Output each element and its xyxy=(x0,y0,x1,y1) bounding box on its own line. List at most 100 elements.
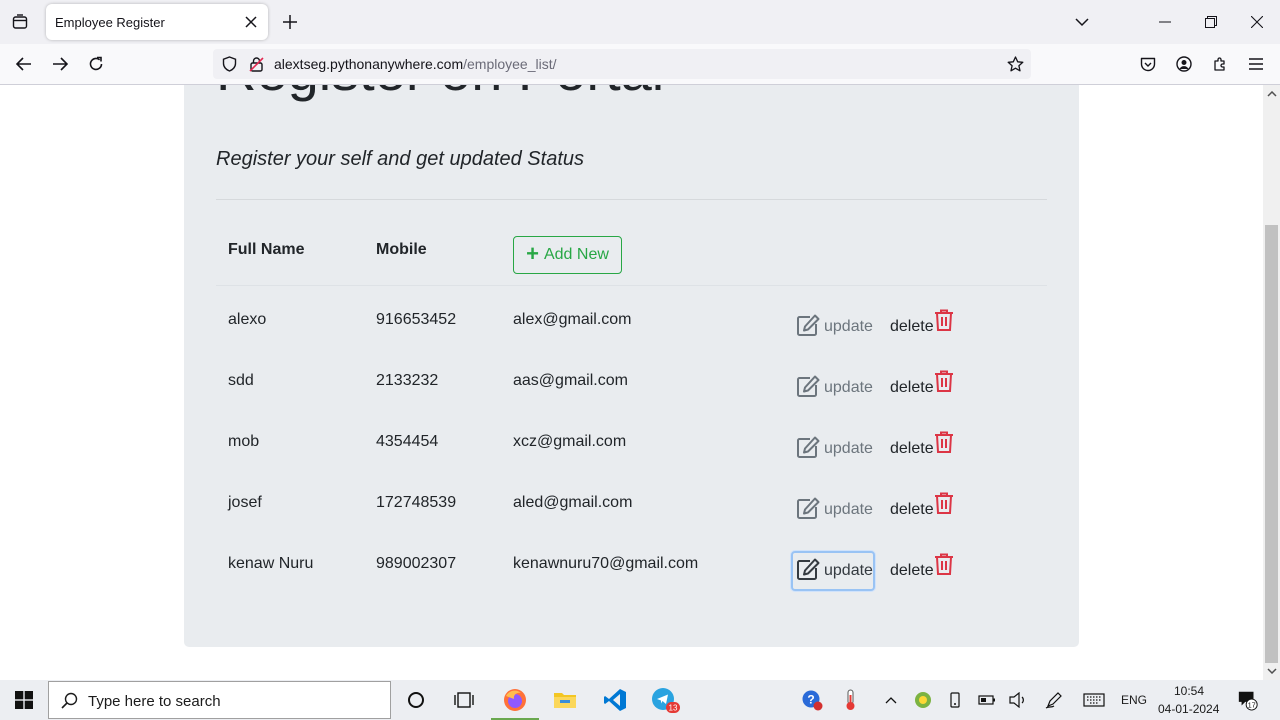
url-bar[interactable]: alextseg.pythonanywhere.com/employee_lis… xyxy=(213,49,1031,79)
browser-tab[interactable]: Employee Register xyxy=(46,4,268,40)
windows-taskbar: Type here to search 13 ? ENG 10:54 04-01… xyxy=(0,680,1280,720)
close-window-icon[interactable] xyxy=(1245,10,1269,34)
employee-name: kenaw Nuru xyxy=(228,555,314,572)
thermometer-icon[interactable] xyxy=(840,689,862,711)
input-language[interactable]: ENG xyxy=(1121,693,1147,707)
trash-icon xyxy=(934,370,954,397)
table-row: alexo 916653452 alex@gmail.com update de… xyxy=(184,293,1079,354)
clock-date[interactable]: 04-01-2024 xyxy=(1158,702,1219,716)
update-label: update xyxy=(824,318,873,335)
forward-arrow-icon[interactable] xyxy=(48,52,72,76)
trash-icon xyxy=(934,553,954,580)
delete-button[interactable]: delete xyxy=(890,553,954,580)
url-host: alextseg.pythonanywhere.com xyxy=(274,56,464,72)
pocket-icon[interactable] xyxy=(1136,52,1160,76)
sync-app-icon[interactable] xyxy=(912,689,934,711)
update-label: update xyxy=(824,562,873,579)
telegram-icon[interactable]: 13 xyxy=(641,680,689,720)
help-icon[interactable]: ? xyxy=(801,689,823,711)
svg-text:?: ? xyxy=(807,693,814,707)
browser-tab-bar: Employee Register xyxy=(0,0,1280,44)
employee-email: kenawnuru70@gmail.com xyxy=(513,555,699,572)
employee-name: mob xyxy=(228,433,260,450)
cortana-icon[interactable] xyxy=(392,680,440,720)
edit-icon xyxy=(796,314,820,341)
delete-button[interactable]: delete xyxy=(890,492,954,519)
file-explorer-icon[interactable] xyxy=(541,680,589,720)
employee-mobile: 916653452 xyxy=(376,311,457,328)
update-button[interactable]: update xyxy=(791,429,875,469)
show-hidden-icons-icon[interactable] xyxy=(880,689,902,711)
update-label: update xyxy=(824,501,873,518)
employee-name: josef xyxy=(228,494,262,511)
vscode-icon[interactable] xyxy=(591,680,639,720)
delete-button[interactable]: delete xyxy=(890,309,954,336)
edit-icon xyxy=(796,497,820,524)
plus-icon: + xyxy=(526,241,539,266)
bookmark-star-icon[interactable] xyxy=(1006,55,1024,73)
edit-icon xyxy=(796,375,820,402)
vertical-scrollbar[interactable] xyxy=(1263,85,1280,680)
windows-start-icon[interactable] xyxy=(0,680,48,720)
extensions-icon[interactable] xyxy=(1208,52,1232,76)
task-view-icon[interactable] xyxy=(440,680,488,720)
delete-label: delete xyxy=(890,501,934,518)
update-label: update xyxy=(824,379,873,396)
url-text[interactable]: alextseg.pythonanywhere.com/employee_lis… xyxy=(274,56,557,72)
add-new-button[interactable]: + Add New xyxy=(513,236,622,274)
divider xyxy=(216,199,1047,200)
tab-list-icon[interactable] xyxy=(8,10,32,34)
url-path: /employee_list/ xyxy=(463,56,557,72)
employee-name: alexo xyxy=(228,311,267,328)
delete-button[interactable]: delete xyxy=(890,370,954,397)
volume-icon[interactable] xyxy=(1007,689,1029,711)
back-arrow-icon[interactable] xyxy=(12,52,36,76)
reload-icon[interactable] xyxy=(84,52,108,76)
new-tab-icon[interactable] xyxy=(280,11,300,33)
restore-icon[interactable] xyxy=(1199,10,1223,34)
pen-icon[interactable] xyxy=(1043,689,1065,711)
hamburger-menu-icon[interactable] xyxy=(1244,52,1268,76)
minimize-icon[interactable] xyxy=(1153,10,1177,34)
page-viewport: Register on Portal Register your self an… xyxy=(0,85,1263,680)
search-icon xyxy=(61,692,78,714)
insecure-lock-icon[interactable] xyxy=(247,55,265,73)
employee-mobile: 2133232 xyxy=(376,372,439,389)
account-icon[interactable] xyxy=(1172,52,1196,76)
edit-icon xyxy=(796,558,820,585)
tab-title: Employee Register xyxy=(55,15,165,30)
table-header-divider xyxy=(216,285,1047,286)
device-icon[interactable] xyxy=(944,689,966,711)
column-header-full-name: Full Name xyxy=(228,241,305,258)
employee-mobile: 4354454 xyxy=(376,433,439,450)
table-row: sdd 2133232 aas@gmail.com update delete xyxy=(184,354,1079,415)
page-subtitle: Register your self and get updated Statu… xyxy=(216,148,585,170)
clock-time[interactable]: 10:54 xyxy=(1174,684,1204,698)
scroll-down-arrow-icon[interactable] xyxy=(1267,666,1277,676)
notifications-icon[interactable]: 17 xyxy=(1237,689,1259,711)
add-new-label: Add New xyxy=(543,246,609,263)
close-tab-icon[interactable] xyxy=(242,13,260,31)
update-button[interactable]: update xyxy=(791,551,875,591)
firefox-taskbar-icon[interactable] xyxy=(491,680,539,720)
update-button[interactable]: update xyxy=(791,307,875,347)
touch-keyboard-icon[interactable] xyxy=(1083,689,1105,711)
trash-icon xyxy=(934,431,954,458)
browser-nav-bar: alextseg.pythonanywhere.com/employee_lis… xyxy=(0,44,1280,85)
employee-mobile: 989002307 xyxy=(376,555,457,572)
delete-label: delete xyxy=(890,379,934,396)
update-button[interactable]: update xyxy=(791,368,875,408)
scroll-up-arrow-icon[interactable] xyxy=(1267,89,1277,99)
update-button[interactable]: update xyxy=(791,490,875,530)
shield-icon[interactable] xyxy=(220,55,238,73)
employee-name: sdd xyxy=(228,372,254,389)
scrollbar-thumb[interactable] xyxy=(1265,225,1278,663)
list-all-tabs-icon[interactable] xyxy=(1070,10,1094,34)
battery-icon[interactable] xyxy=(976,689,998,711)
trash-icon xyxy=(934,309,954,336)
delete-button[interactable]: delete xyxy=(890,431,954,458)
taskbar-search-box[interactable]: Type here to search xyxy=(48,681,391,719)
notification-count: 17 xyxy=(1248,700,1256,709)
table-row: mob 4354454 xcz@gmail.com update delete xyxy=(184,415,1079,476)
employee-email: xcz@gmail.com xyxy=(513,433,627,450)
